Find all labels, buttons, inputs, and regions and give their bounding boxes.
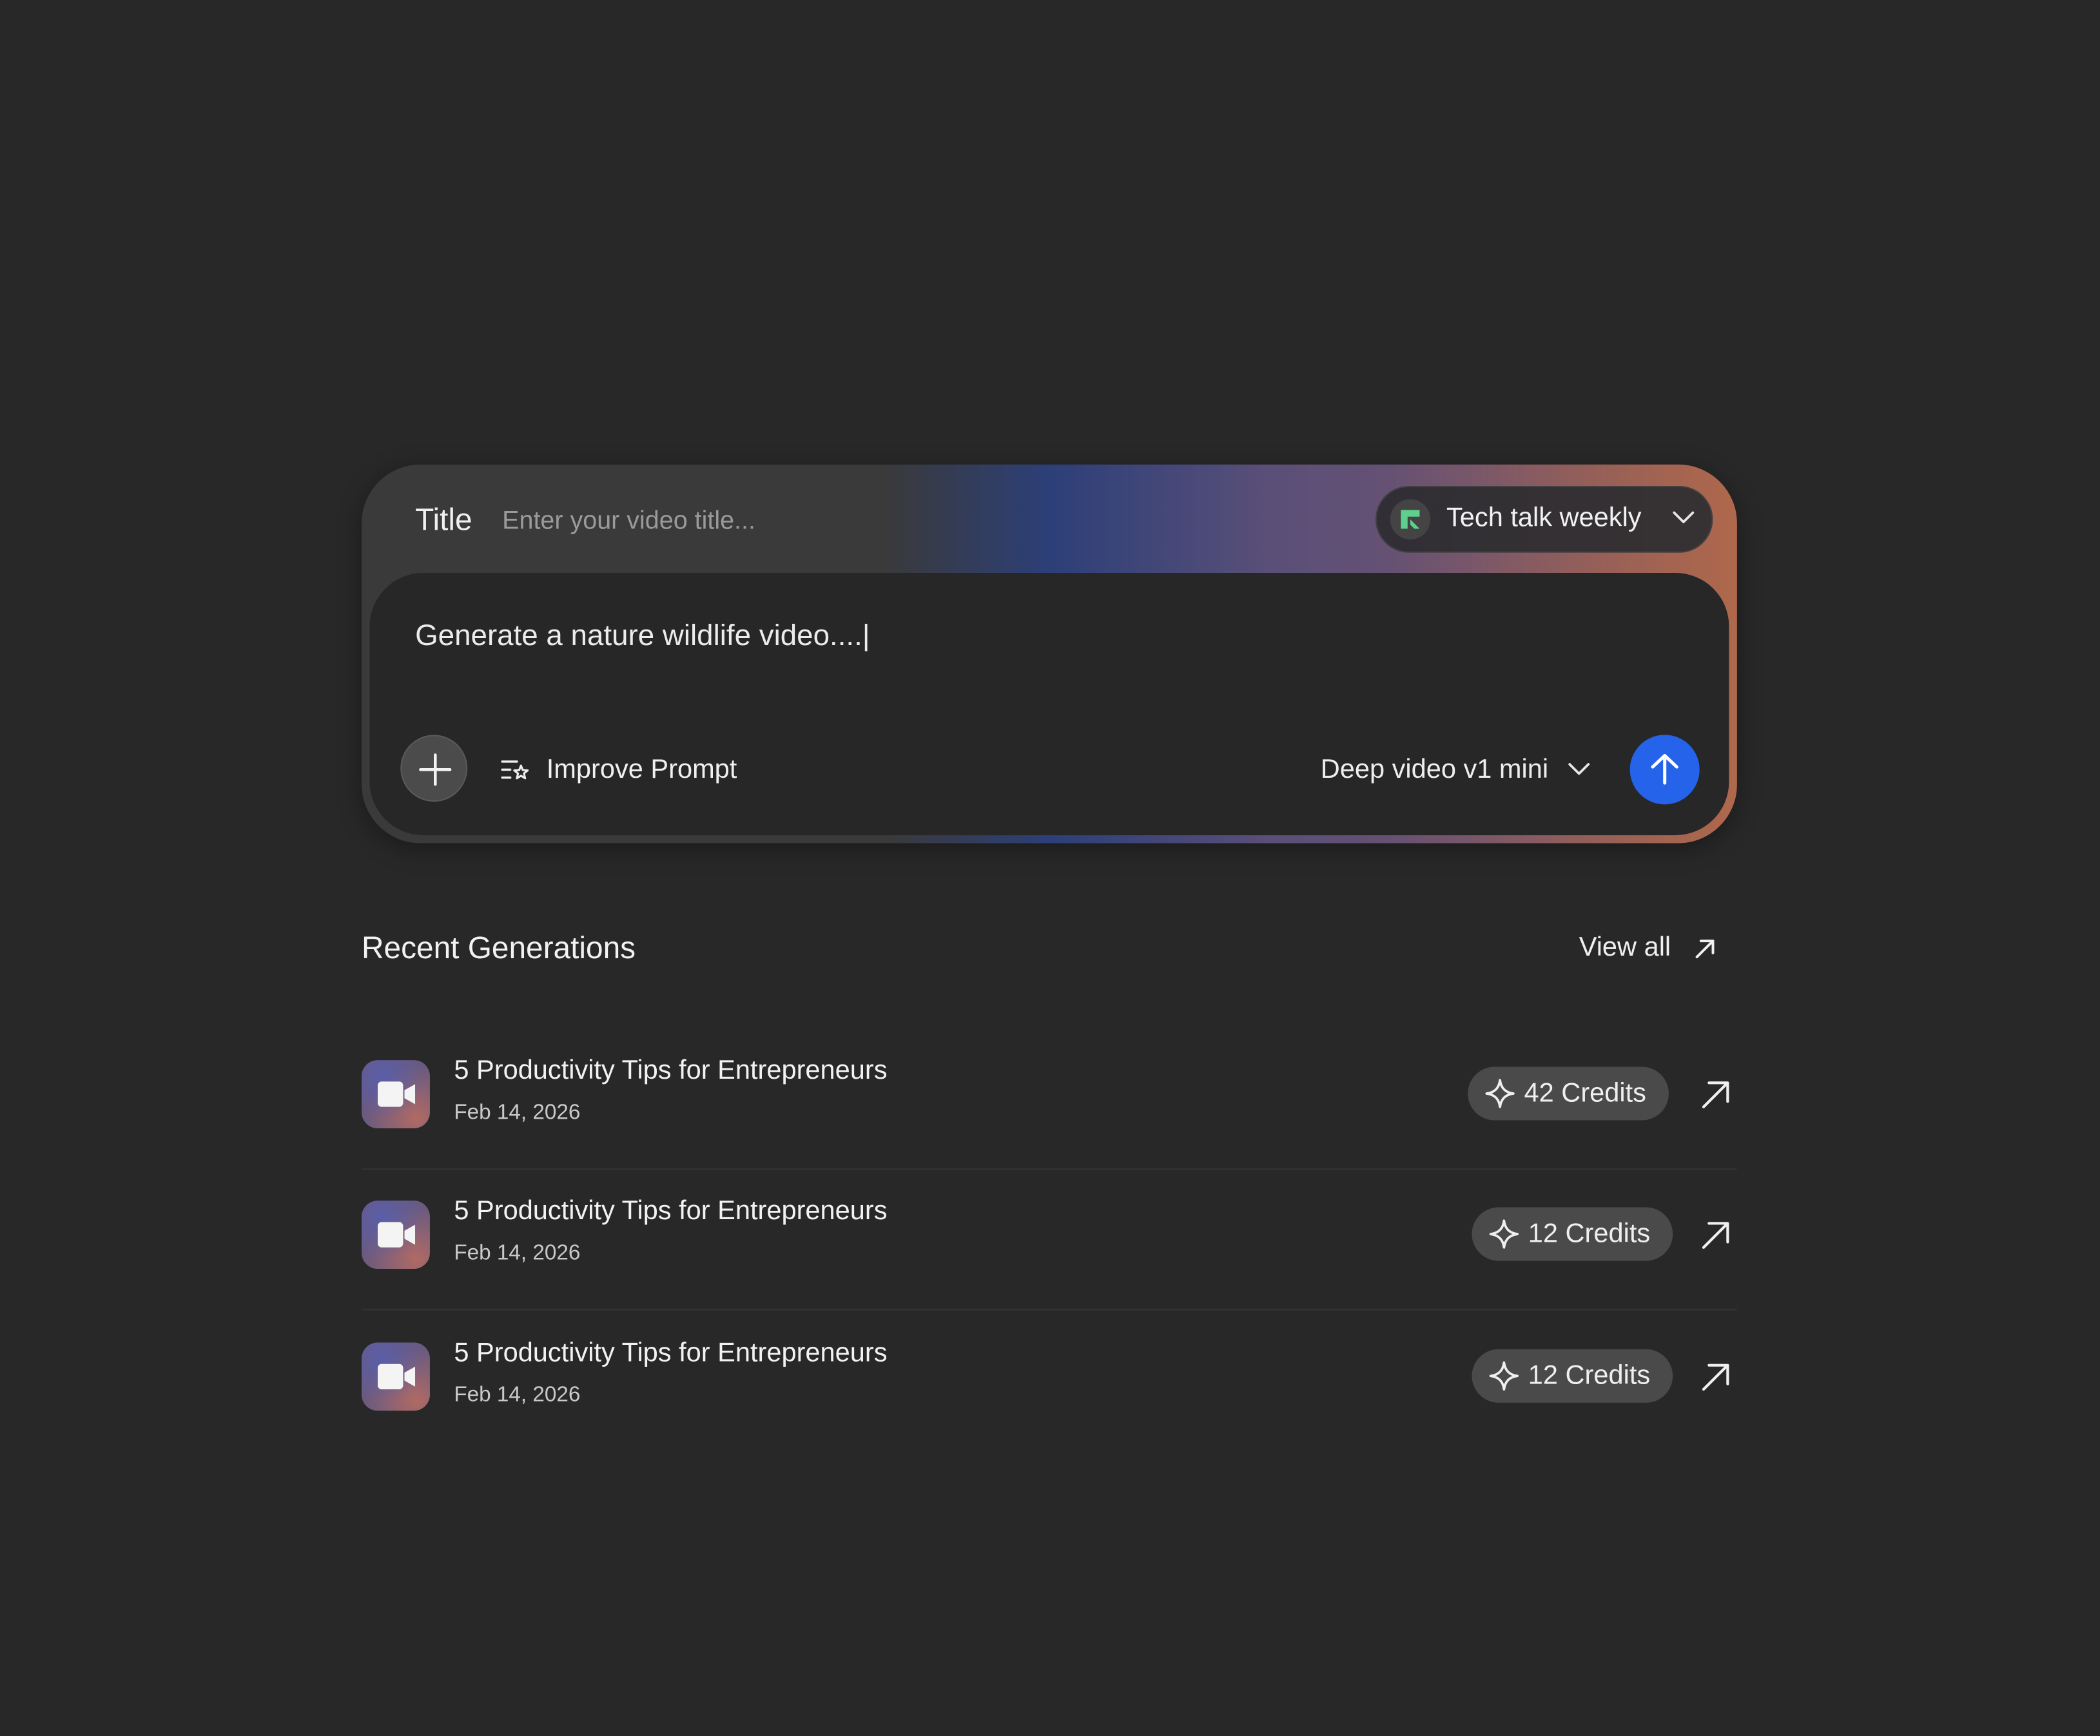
channel-avatar: [1390, 499, 1431, 540]
video-camera-icon: [377, 1081, 416, 1107]
generation-title: 5 Productivity Tips for Entrepreneurs: [454, 1338, 888, 1368]
sparkle-icon: [1485, 1079, 1515, 1108]
channel-dropdown[interactable]: Tech talk weekly: [1375, 485, 1713, 553]
sparkle-icon: [1489, 1361, 1519, 1391]
sparkle-icon: [1489, 1219, 1519, 1249]
channel-logo-icon: [1401, 510, 1420, 529]
open-arrow-icon[interactable]: [1700, 1361, 1732, 1393]
credits-label: 42 Credits: [1524, 1078, 1646, 1108]
model-dropdown[interactable]: Deep video v1 mini: [1321, 751, 1591, 788]
video-thumbnail: [362, 1201, 430, 1269]
video-title-input[interactable]: [502, 501, 1038, 543]
generation-date: Feb 14, 2026: [454, 1384, 581, 1407]
video-thumbnail: [362, 1342, 430, 1411]
generation-date: Feb 14, 2026: [454, 1242, 581, 1265]
improve-prompt-button[interactable]: Improve Prompt: [501, 751, 737, 788]
generation-row[interactable]: 5 Productivity Tips for Entrepreneurs Fe…: [362, 1028, 1737, 1170]
add-attachment-button[interactable]: [400, 735, 468, 802]
open-arrow-icon[interactable]: [1700, 1219, 1732, 1251]
generation-title: 5 Productivity Tips for Entrepreneurs: [454, 1056, 888, 1086]
view-all-link[interactable]: View all: [1579, 933, 1716, 964]
video-camera-icon: [377, 1364, 416, 1390]
view-all-label: View all: [1579, 932, 1671, 963]
arrow-up-icon: [1651, 754, 1678, 785]
model-label: Deep video v1 mini: [1320, 754, 1549, 784]
arrow-up-right-icon: [1695, 939, 1714, 958]
generation-row[interactable]: 5 Productivity Tips for Entrepreneurs Fe…: [362, 1168, 1737, 1311]
video-thumbnail: [362, 1060, 430, 1128]
credits-label: 12 Credits: [1528, 1219, 1651, 1248]
improve-prompt-label: Improve Prompt: [546, 754, 737, 784]
prompt-panel: Generate a nature wildlife video....| Im…: [369, 572, 1729, 836]
credits-badge: 12 Credits: [1472, 1207, 1673, 1261]
sparkle-list-icon: [501, 760, 529, 780]
chevron-down-icon: [1673, 511, 1695, 523]
generation-title: 5 Productivity Tips for Entrepreneurs: [454, 1196, 888, 1226]
channel-name: Tech talk weekly: [1446, 503, 1642, 533]
credits-badge: 42 Credits: [1468, 1066, 1669, 1121]
send-button[interactable]: [1629, 735, 1700, 805]
chevron-down-icon: [1568, 763, 1590, 775]
prompt-composer: Title Tech talk weekly Generate a nature…: [362, 464, 1737, 844]
title-row: Title Tech talk weekly: [362, 465, 1737, 577]
generation-row[interactable]: 5 Productivity Tips for Entrepreneurs Fe…: [362, 1310, 1737, 1451]
recent-generations-heading: Recent Generations: [362, 930, 636, 965]
prompt-textarea[interactable]: Generate a nature wildlife video....|: [415, 619, 870, 653]
open-arrow-icon[interactable]: [1700, 1079, 1732, 1111]
credits-label: 12 Credits: [1528, 1360, 1651, 1391]
generation-date: Feb 14, 2026: [454, 1101, 581, 1124]
credits-badge: 12 Credits: [1472, 1349, 1673, 1403]
title-label: Title: [415, 501, 472, 537]
plus-icon: [419, 753, 452, 786]
video-camera-icon: [377, 1222, 416, 1248]
